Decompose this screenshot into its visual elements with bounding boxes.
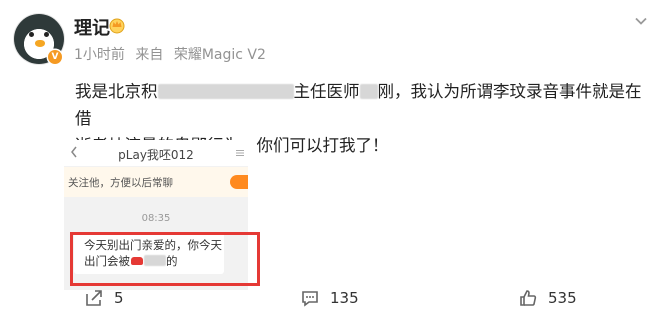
chevron-down-icon[interactable] [634,14,648,28]
blurred-redaction [157,84,294,99]
blurred-redaction [359,84,378,99]
chat-header: pLay我呸012 [64,140,248,166]
comment-count: 135 [330,289,359,307]
avatar-eye-left [29,32,34,37]
follow-notice: 关注他，方便以后常聊 [64,167,248,197]
post-text-line-1: 我是北京积 主任医师 刚，我认为所谓李玟录音事件就是在借 [75,78,650,132]
like-count: 535 [548,289,577,307]
follow-notice-text: 关注他，方便以后常聊 [68,177,173,189]
post-device[interactable]: 荣耀Magic V2 [174,47,266,63]
avatar-beak [35,40,45,47]
post-source-prefix: 来自 [135,47,164,63]
repost-button[interactable]: 5 [84,288,124,308]
member-crown-icon [109,18,125,34]
chat-title: pLay我呸012 [118,148,194,162]
post-action-bar: 5 135 535 [0,286,660,310]
verified-badge-icon: V [48,50,62,64]
repost-count: 5 [114,289,124,307]
menu-icon [236,150,244,156]
post-text-segment: 我是北京积 [75,82,158,101]
post-time[interactable]: 1小时前 [74,47,125,63]
post-meta: 1小时前 来自 荣耀Magic V2 [74,44,272,64]
highlight-box [70,232,260,286]
avatar-eye-right [44,32,49,37]
comment-button[interactable]: 135 [300,288,359,308]
author-name[interactable]: 理记 [74,14,110,40]
comment-icon [302,291,318,307]
thumbs-up-icon [520,290,537,306]
post-text-segment: 主任医师 [293,82,360,101]
chat-timestamp: 08:35 [141,213,171,224]
repost-icon [86,290,102,306]
follow-button [230,175,248,189]
like-button[interactable]: 535 [518,288,577,308]
